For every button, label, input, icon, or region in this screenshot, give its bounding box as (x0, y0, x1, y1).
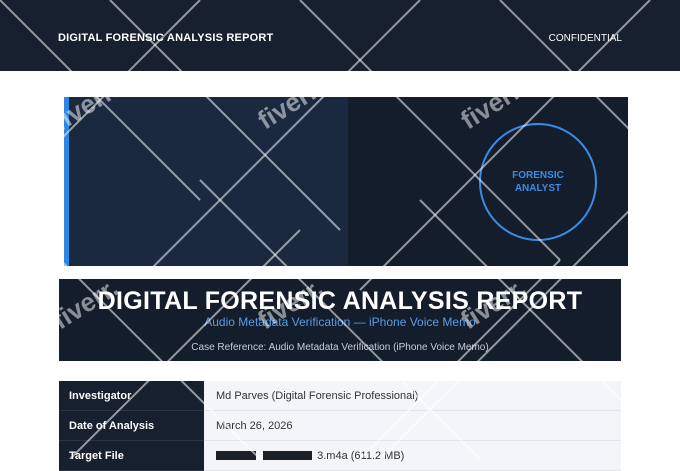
table-row: Date of Analysis March 26, 2026 (59, 410, 621, 441)
classification-label: CONFIDENTIAL (548, 33, 622, 44)
table-row: Target File 3.m4a (611.2 MB) (59, 440, 621, 471)
row-value: Md Parves (Digital Forensic Professional… (204, 381, 621, 411)
forensic-analyst-badge: FORENSIC ANALYST (479, 123, 597, 241)
row-value-target-file: 3.m4a (611.2 MB) (204, 440, 621, 471)
watermark-text: fiverr. (647, 74, 680, 137)
report-subtitle: Audio Metadata Verification — iPhone Voi… (204, 315, 476, 329)
case-details-table: Investigator Md Parves (Digital Forensic… (59, 381, 621, 471)
cover-left-panel (69, 97, 348, 266)
row-label: Date of Analysis (59, 410, 204, 441)
cover-image: FORENSIC ANALYST (64, 97, 628, 266)
report-header-bar: DIGITAL FORENSIC ANALYSIS REPORT CONFIDE… (0, 0, 680, 71)
watermark-text: fiverr. (647, 272, 680, 335)
title-banner: DIGITAL FORENSIC ANALYSIS REPORT Audio M… (59, 279, 621, 361)
table-row: Investigator Md Parves (Digital Forensic… (59, 381, 621, 411)
row-label: Target File (59, 440, 204, 471)
badge-text: FORENSIC ANALYST (512, 170, 564, 194)
case-reference: Case Reference: Audio Metadata Verificat… (191, 342, 489, 353)
row-value: March 26, 2026 (204, 410, 621, 441)
header-title: DIGITAL FORENSIC ANALYSIS REPORT (58, 32, 274, 44)
row-label: Investigator (59, 381, 204, 411)
report-title: DIGITAL FORENSIC ANALYSIS REPORT (97, 287, 583, 315)
target-file-name: 3.m4a (611.2 MB) (317, 449, 405, 462)
